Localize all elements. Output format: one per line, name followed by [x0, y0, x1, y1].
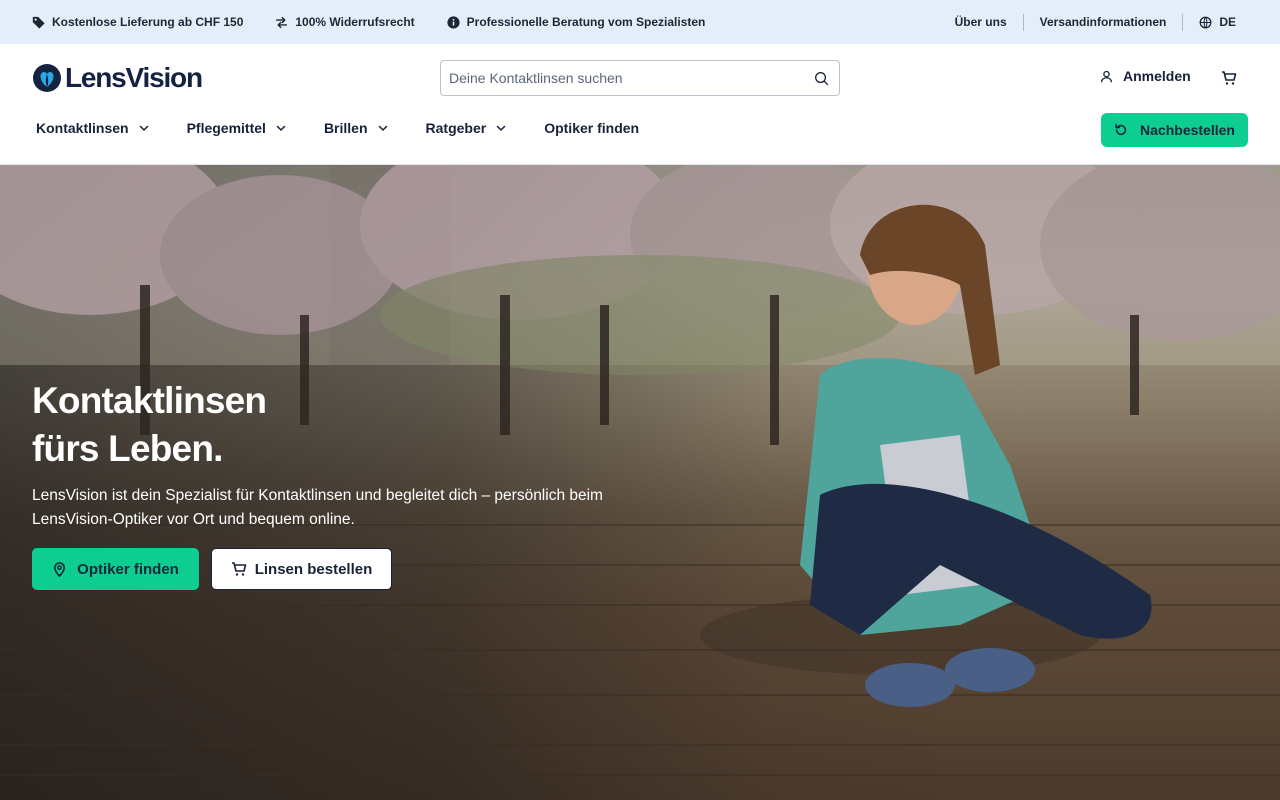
nav-item-glasses[interactable]: Brillen — [324, 120, 388, 136]
cart-icon[interactable] — [1221, 70, 1237, 86]
info-icon — [447, 15, 460, 29]
shipping-info-link[interactable]: Versandinformationen — [1040, 15, 1167, 29]
logo[interactable]: LensVision — [32, 62, 203, 94]
nav-item-label: Ratgeber — [425, 120, 487, 136]
hero-banner: Kontaktlinsen fürs Leben. LensVision ist… — [0, 165, 1280, 800]
nav-item-care-products[interactable]: Pflegemittel — [187, 120, 286, 136]
usp-consulting: Professionelle Beratung vom Spezialisten — [447, 15, 706, 29]
info-links: Über uns Versandinformationen DE — [955, 13, 1248, 31]
language-label: DE — [1219, 15, 1236, 29]
chevron-down-icon — [496, 125, 506, 132]
hero-photo-woman-tying-shoes — [0, 165, 1280, 776]
search-box — [440, 60, 840, 96]
nav-item-label: Optiker finden — [544, 120, 640, 136]
site-header: LensVision Anmelden Kontaktlinsen Pflege… — [0, 44, 1280, 165]
usp-label: 100% Widerrufsrecht — [295, 15, 415, 29]
search-input[interactable] — [449, 70, 814, 86]
reorder-label: Nachbestellen — [1140, 122, 1235, 138]
user-icon — [1100, 70, 1113, 82]
hero-description: LensVision ist dein Spezialist für Konta… — [32, 487, 603, 528]
chevron-down-icon — [378, 125, 387, 132]
login-label: Anmelden — [1123, 68, 1191, 84]
divider — [1022, 13, 1024, 31]
nav-item-find-optician[interactable]: Optiker finden — [544, 120, 639, 136]
about-link[interactable]: Über uns — [955, 15, 1007, 29]
find-optician-label: Optiker finden — [77, 560, 179, 578]
nav-item-contact-lenses[interactable]: Kontaktlinsen — [36, 120, 149, 136]
reorder-button[interactable]: Nachbestellen — [1101, 113, 1248, 147]
hero-title-line-2: fürs Leben. — [32, 428, 223, 469]
find-optician-button[interactable]: Optiker finden — [32, 548, 199, 590]
hero-title: Kontaktlinsen fürs Leben. — [32, 377, 267, 473]
refresh-icon — [1115, 123, 1127, 136]
order-lenses-button[interactable]: Linsen bestellen — [211, 548, 392, 590]
tag-icon — [32, 16, 45, 29]
nav-item-label: Brillen — [323, 120, 368, 136]
logo-text: LensVision — [65, 62, 203, 93]
logo-mark-icon — [33, 64, 61, 92]
chevron-down-icon — [276, 125, 286, 132]
swap-arrows-icon — [276, 16, 288, 28]
search-icon[interactable] — [814, 71, 829, 86]
usp-free-delivery: Kostenlose Lieferung ab CHF 150 — [32, 15, 243, 29]
language-selector[interactable]: DE — [1199, 15, 1248, 29]
usp-label: Kostenlose Lieferung ab CHF 150 — [52, 15, 244, 29]
hero-title-line-1: Kontaktlinsen — [32, 380, 267, 421]
nav-item-guide[interactable]: Ratgeber — [426, 120, 507, 136]
nav-item-label: Pflegemittel — [186, 120, 266, 136]
order-lenses-label: Linsen bestellen — [254, 560, 373, 578]
login-button[interactable]: Anmelden — [1100, 68, 1191, 84]
cart-icon — [231, 562, 247, 576]
info-bar: Kostenlose Lieferung ab CHF 150 100% Wid… — [0, 0, 1280, 44]
usp-return-policy: 100% Widerrufsrecht — [275, 15, 415, 29]
divider — [1182, 13, 1184, 31]
usp-label: Professionelle Beratung vom Spezialisten — [466, 15, 706, 29]
usp-list: Kostenlose Lieferung ab CHF 150 100% Wid… — [32, 15, 737, 29]
map-pin-icon — [54, 561, 66, 577]
chevron-down-icon — [139, 125, 148, 132]
main-navigation: Kontaktlinsen Pflegemittel Brillen Ratge… — [36, 120, 677, 136]
globe-icon — [1199, 16, 1212, 28]
nav-item-label: Kontaktlinsen — [36, 120, 129, 136]
